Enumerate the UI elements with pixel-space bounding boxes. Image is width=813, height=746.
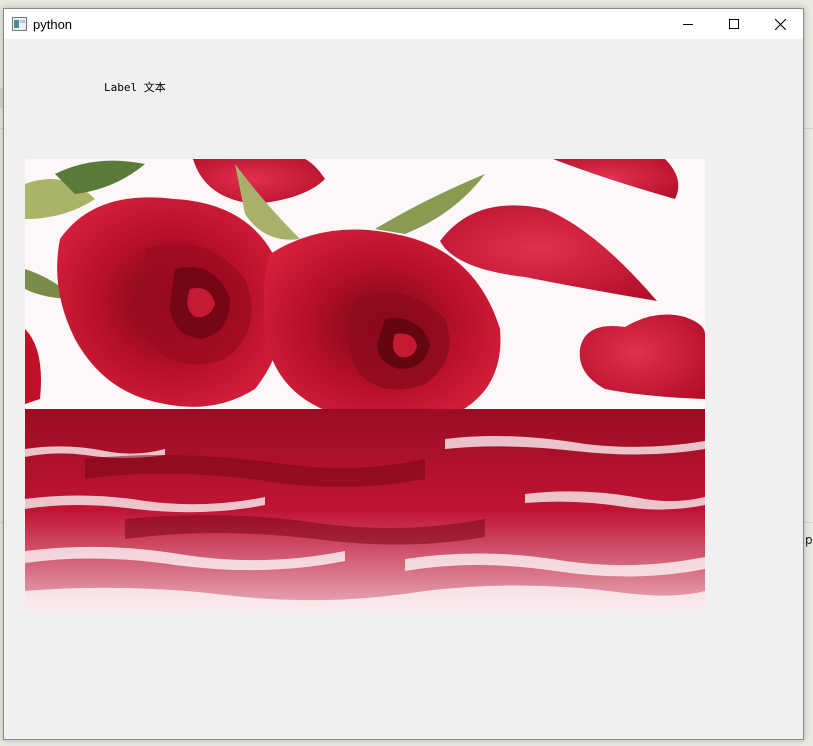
python-window-icon (12, 16, 27, 31)
maximize-icon (729, 19, 739, 29)
text-label: Label 文本 (104, 81, 166, 94)
close-icon (774, 18, 786, 30)
maximize-button[interactable] (711, 9, 757, 39)
image-label (25, 159, 705, 612)
minimize-icon (683, 24, 693, 25)
close-button[interactable] (757, 9, 803, 39)
minimize-button[interactable] (665, 9, 711, 39)
window-title: python (33, 17, 73, 32)
roses-image (25, 159, 705, 612)
desktop-background-text: py (805, 533, 813, 547)
title-bar[interactable]: python (4, 9, 803, 39)
app-window: python Label 文本 (3, 8, 804, 740)
